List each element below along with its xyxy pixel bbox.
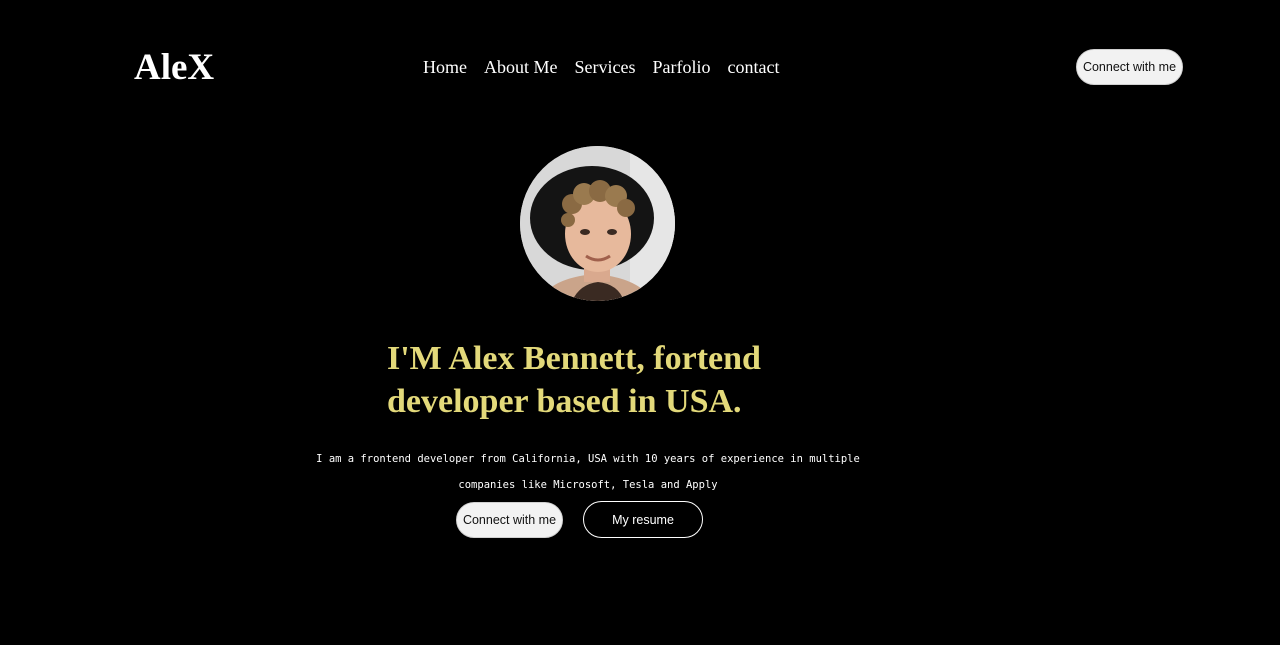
profile-avatar <box>520 146 675 301</box>
hero-headline: I'M Alex Bennett, fortend developer base… <box>387 337 867 423</box>
hero-connect-button[interactable]: Connect with me <box>456 502 563 538</box>
hero-headline-line-1: I'M Alex Bennett, fortend <box>387 340 761 377</box>
site-logo[interactable]: AleX <box>134 46 214 90</box>
hero-headline-line-2: developer based in USA. <box>387 383 742 420</box>
hero-description-line-2: companies like Microsoft, Tesla and Appl… <box>458 479 718 491</box>
nav-item-portfolio[interactable]: Parfolio <box>652 56 710 78</box>
main-nav: Home About Me Services Parfolio contact <box>423 56 779 78</box>
hero-description: I am a frontend developer from Californi… <box>310 446 866 498</box>
nav-item-home[interactable]: Home <box>423 56 467 78</box>
nav-item-contact[interactable]: contact <box>727 56 779 78</box>
nav-item-services[interactable]: Services <box>575 56 636 78</box>
nav-item-about-me[interactable]: About Me <box>484 56 558 78</box>
resume-button[interactable]: My resume <box>583 501 703 538</box>
profile-photo-image <box>520 146 675 301</box>
hero-description-line-1: I am a frontend developer from Californi… <box>316 453 860 465</box>
header-connect-button[interactable]: Connect with me <box>1076 49 1183 85</box>
